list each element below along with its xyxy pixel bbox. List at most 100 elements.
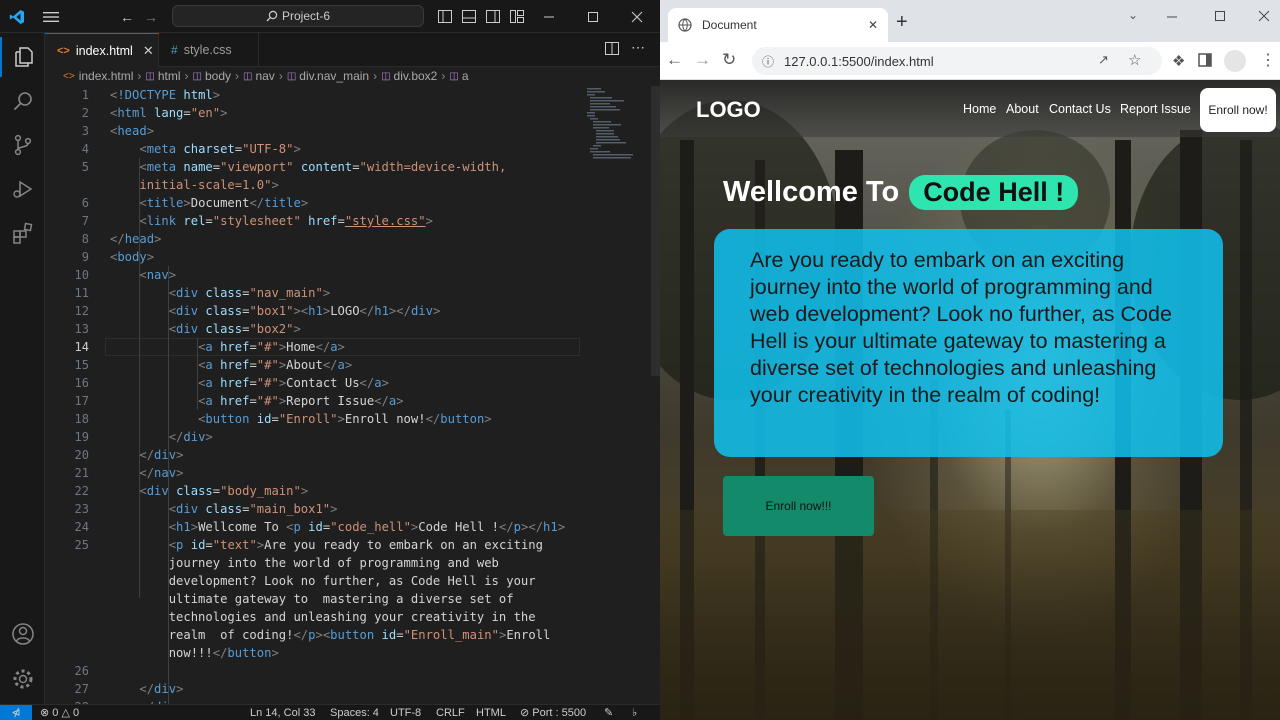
- code-line[interactable]: </nav>: [110, 464, 183, 482]
- indentation[interactable]: Spaces: 4: [330, 705, 379, 720]
- toggle-secondary-sidebar-icon[interactable]: [482, 0, 504, 33]
- port-label: Port : 5500: [532, 707, 587, 719]
- source-control-icon[interactable]: [0, 125, 45, 165]
- forward-arrow-icon[interactable]: →: [694, 50, 711, 70]
- code-line[interactable]: </div>: [110, 428, 213, 446]
- enroll-main-button[interactable]: Enroll now!!!: [723, 476, 874, 536]
- error-count: 0: [52, 707, 59, 719]
- code-line[interactable]: <head>: [110, 122, 154, 140]
- code-line[interactable]: <div class="main_box1">: [110, 500, 338, 518]
- language-mode[interactable]: HTML: [476, 705, 506, 720]
- breadcrumb-item[interactable]: index.html: [79, 69, 134, 83]
- tab-close-icon[interactable]: ✕: [143, 43, 154, 59]
- settings-gear-icon[interactable]: [0, 659, 45, 699]
- code-line[interactable]: <meta name="viewport" content="width=dev…: [110, 158, 506, 176]
- live-server-port[interactable]: ⊘ Port : 5500: [520, 705, 586, 720]
- breadcrumb-item[interactable]: div.nav_main: [299, 69, 369, 83]
- reload-icon[interactable]: ↻: [722, 50, 736, 70]
- extensions-icon[interactable]: [0, 213, 45, 253]
- nav-link-report-issue[interactable]: Report Issue: [1120, 102, 1191, 116]
- menu-icon[interactable]: [38, 0, 64, 33]
- code-line[interactable]: <div class="nav_main">: [110, 284, 330, 302]
- toggle-primary-sidebar-icon[interactable]: [434, 0, 456, 33]
- nav-link-home[interactable]: Home: [963, 102, 996, 116]
- close-icon[interactable]: [624, 0, 650, 33]
- breadcrumb-item[interactable]: a: [462, 69, 469, 83]
- explorer-icon[interactable]: [0, 37, 45, 77]
- nav-link-about[interactable]: About: [1006, 102, 1039, 116]
- code-line[interactable]: <a href="#">Report Issue</a>: [110, 392, 404, 410]
- code-line[interactable]: <link rel="stylesheet" href="style.css">: [110, 212, 433, 230]
- code-line[interactable]: </div>: [110, 680, 183, 698]
- code-line[interactable]: <meta charset="UTF-8">: [110, 140, 300, 158]
- line-ending[interactable]: CRLF: [436, 705, 465, 720]
- code-line[interactable]: development? Look no further, as Code He…: [110, 572, 536, 590]
- address-bar[interactable]: ⓘ 127.0.0.1:5500/index.html ↗ ☆: [752, 47, 1162, 75]
- minimize-icon[interactable]: [536, 0, 562, 33]
- code-line[interactable]: ultimate gateway to mastering a diverse …: [110, 590, 514, 608]
- code-line[interactable]: <h1>Wellcome To <p id="code_hell">Code H…: [110, 518, 565, 536]
- command-center[interactable]: Project-6: [172, 5, 424, 27]
- code-line[interactable]: <body>: [110, 248, 154, 266]
- customize-layout-icon[interactable]: [506, 0, 528, 33]
- scrollbar-thumb[interactable]: [651, 86, 660, 376]
- tab-close-icon[interactable]: ✕: [868, 18, 878, 32]
- tab-search-chevron-icon[interactable]: ⌄: [1128, 8, 1138, 22]
- code-line[interactable]: <p id="text">Are you ready to embark on …: [110, 536, 543, 554]
- new-tab-icon[interactable]: +: [896, 12, 908, 32]
- breadcrumb-item[interactable]: html: [158, 69, 181, 83]
- breadcrumb-item[interactable]: nav: [255, 69, 274, 83]
- more-actions-icon[interactable]: ⋯: [631, 39, 645, 56]
- problems-indicator[interactable]: ⊗ 0 △ 0: [40, 705, 79, 720]
- chrome-menu-icon[interactable]: ⋮: [1260, 50, 1276, 70]
- close-icon[interactable]: [1258, 9, 1270, 27]
- breadcrumb-item[interactable]: body: [205, 69, 231, 83]
- back-arrow-icon[interactable]: ←: [116, 0, 138, 33]
- feedback-icon[interactable]: ✎: [604, 705, 613, 720]
- code-line[interactable]: <nav>: [110, 266, 176, 284]
- code-line[interactable]: </div>: [110, 446, 183, 464]
- code-line[interactable]: <div class="box1"><h1>LOGO</h1></div>: [110, 302, 441, 320]
- code-line[interactable]: <!DOCTYPE html>: [110, 86, 220, 104]
- encoding[interactable]: UTF-8: [390, 705, 421, 720]
- notifications-bell-icon[interactable]: ♭: [632, 705, 637, 720]
- back-arrow-icon[interactable]: ←: [666, 50, 683, 70]
- code-line[interactable]: <a href="#">Contact Us</a>: [110, 374, 389, 392]
- minimize-icon[interactable]: [1166, 10, 1178, 28]
- editor-scrollbar[interactable]: [648, 86, 660, 704]
- minimap[interactable]: [585, 86, 645, 166]
- bookmark-star-icon[interactable]: ☆: [1128, 51, 1141, 69]
- remote-icon[interactable]: ⋪: [0, 705, 32, 720]
- line-number: 6: [81, 196, 89, 210]
- maximize-icon[interactable]: [580, 0, 606, 33]
- search-icon[interactable]: [0, 81, 45, 121]
- code-line[interactable]: <a href="#">Home</a>: [110, 338, 345, 356]
- code-line[interactable]: realm of coding!</p><button id="Enroll_m…: [110, 626, 551, 644]
- tab-index-html[interactable]: <> index.html ✕: [45, 33, 159, 67]
- extensions-puzzle-icon[interactable]: ❖: [1172, 52, 1185, 70]
- site-info-icon[interactable]: ⓘ: [762, 53, 774, 70]
- site-logo[interactable]: LOGO: [696, 97, 761, 123]
- profile-avatar[interactable]: [1224, 50, 1246, 72]
- side-panel-icon[interactable]: [1198, 53, 1212, 72]
- nav-enroll-button[interactable]: Enroll now!: [1200, 88, 1276, 132]
- forward-arrow-icon[interactable]: →: [140, 0, 162, 33]
- browser-tab[interactable]: Document ✕: [668, 8, 888, 42]
- cursor-position[interactable]: Ln 14, Col 33: [250, 705, 315, 720]
- maximize-icon[interactable]: [1214, 9, 1226, 27]
- tab-style-css[interactable]: # style.css: [159, 33, 259, 67]
- share-icon[interactable]: ↗: [1098, 52, 1109, 68]
- code-line[interactable]: technologies and unleashing your creativ…: [110, 608, 536, 626]
- code-line[interactable]: <a href="#">About</a>: [110, 356, 352, 374]
- run-debug-icon[interactable]: [0, 169, 45, 209]
- toggle-panel-icon[interactable]: [458, 0, 480, 33]
- account-icon[interactable]: [0, 614, 45, 654]
- code-line[interactable]: </head>: [110, 230, 161, 248]
- code-line[interactable]: now!!!</button>: [110, 644, 279, 662]
- code-editor[interactable]: 1 <!DOCTYPE html> 2 <html lang="en"> 3 <head>…: [45, 86, 660, 704]
- breadcrumb-item[interactable]: div.box2: [394, 69, 438, 83]
- nav-link-contact-us[interactable]: Contact Us: [1049, 102, 1111, 116]
- code-line[interactable]: <html lang="en">: [110, 104, 227, 122]
- split-editor-icon[interactable]: [605, 42, 619, 60]
- code-line[interactable]: initial-scale=1.0">: [110, 176, 278, 194]
